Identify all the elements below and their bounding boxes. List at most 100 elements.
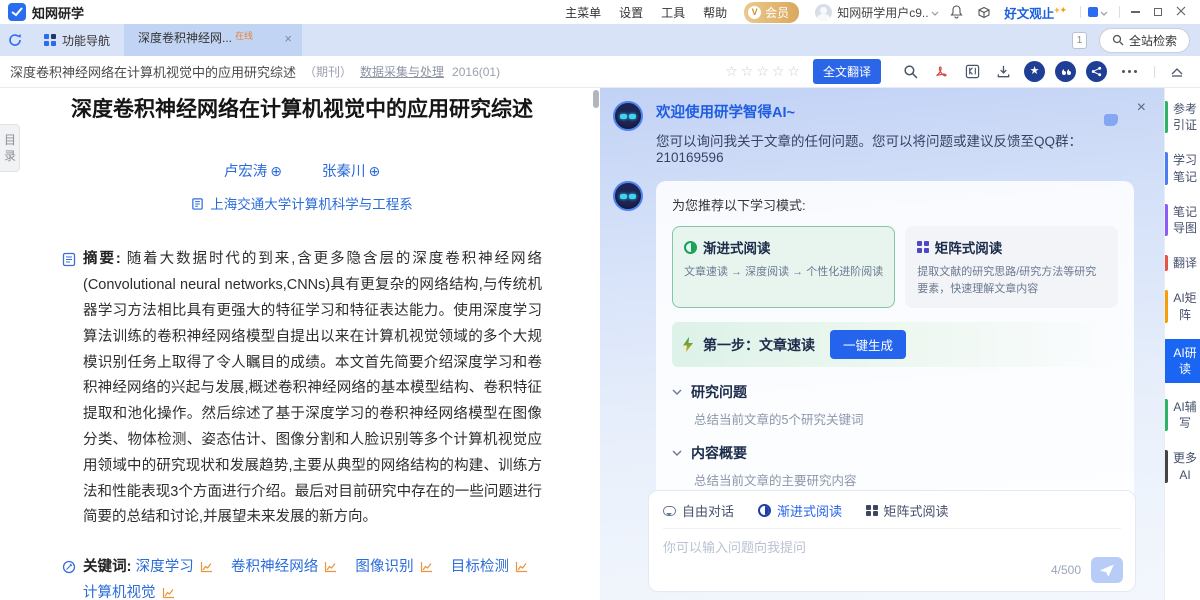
menu-help[interactable]: 帮助 <box>703 4 727 21</box>
keywords-label: 关键词: <box>83 559 132 575</box>
document-type: （期刊） <box>304 63 352 80</box>
keyword-link[interactable]: 深度学习 <box>136 559 194 575</box>
affiliation-link[interactable]: 上海交通大学计算机科学与工程系 <box>210 193 413 213</box>
menu-settings[interactable]: 设置 <box>619 4 643 21</box>
section-title: 研究问题 <box>691 382 747 402</box>
rail-item-ai-write[interactable]: AI辅写 <box>1165 396 1200 434</box>
global-search-label: 全站检索 <box>1129 32 1177 49</box>
section-header[interactable]: 研究问题 <box>672 382 1118 402</box>
keyword-trend-icon[interactable] <box>515 561 528 573</box>
one-click-generate-button[interactable]: 一键生成 <box>830 330 906 359</box>
mode-card-progressive[interactable]: 渐进式阅读 文章速读 → 深度阅读 → 个性化进阶阅读 <box>672 226 895 308</box>
share-icon[interactable] <box>1086 61 1107 82</box>
collapse-toolbar-icon[interactable] <box>1170 67 1184 77</box>
user-menu-chevron-icon[interactable] <box>931 5 939 19</box>
tab-function-nav[interactable]: 功能导航 <box>30 24 124 56</box>
decor-feedback-icon <box>1104 114 1118 126</box>
doc-scrollbar[interactable] <box>593 90 599 108</box>
toc-tab[interactable]: 目录 <box>0 124 20 172</box>
affiliation-row: 上海交通大学计算机科学与工程系 <box>62 193 542 213</box>
rail-item-ai-matrix[interactable]: AI矩阵 <box>1165 287 1200 325</box>
keyword-link[interactable]: 卷积神经网络 <box>231 559 318 575</box>
ai-robot-avatar <box>613 181 643 211</box>
rail-color-bar <box>1165 290 1168 322</box>
input-tab-progressive[interactable]: 渐进式阅读 <box>758 501 842 520</box>
menu-tools[interactable]: 工具 <box>661 4 685 21</box>
keyword-link[interactable]: 图像识别 <box>355 559 413 575</box>
theme-chevron-icon[interactable] <box>1100 5 1108 19</box>
rail-label: 参考引证 <box>1172 101 1198 133</box>
rail-label: AI矩阵 <box>1172 290 1198 322</box>
citation-chart-icon[interactable] <box>965 64 980 79</box>
input-tab-free-chat[interactable]: 自由对话 <box>663 501 734 520</box>
tab-close-icon[interactable]: × <box>284 32 292 45</box>
promo-plus-icon: +✦ <box>1054 4 1067 14</box>
rail-label: 更多AI <box>1172 450 1198 482</box>
window-minimize-icon[interactable] <box>1131 11 1140 13</box>
user-avatar[interactable] <box>815 4 832 21</box>
author-add-icon[interactable]: ⊕ <box>369 163 381 179</box>
right-toolbar: 参考引证 学习笔记 笔记导图 翻译 AI矩阵 AI研读 AI辅写 更多AI <box>1164 88 1200 600</box>
rail-item-references[interactable]: 参考引证 <box>1165 98 1200 136</box>
mode-desc: 提取文献的研究思路/研究方法等研究要素，快速理解文章内容 <box>917 264 1106 297</box>
user-name[interactable]: 知网研学用户c9... <box>837 4 929 21</box>
mode-desc: 文章速读 → 深度阅读 → 个性化进阶阅读 <box>684 264 883 281</box>
keywords-icon <box>62 560 76 574</box>
function-nav-label: 功能导航 <box>62 32 110 49</box>
inbox-box-icon[interactable] <box>977 6 991 19</box>
promo-link[interactable]: 好文观止+✦ <box>1004 3 1067 22</box>
ai-robot-avatar <box>613 101 643 131</box>
chevron-down-icon <box>672 450 682 456</box>
keyword-trend-icon[interactable] <box>324 561 337 573</box>
pdf-icon[interactable] <box>934 64 949 79</box>
abstract-label: 摘要: <box>83 251 121 267</box>
page-indicator[interactable]: 1 <box>1072 32 1087 49</box>
rail-color-bar <box>1165 204 1168 236</box>
full-text-translate-button[interactable]: 全文翻译 <box>813 59 881 84</box>
rail-item-ai-read[interactable]: AI研读 <box>1165 339 1200 383</box>
window-maximize-icon[interactable] <box>1154 8 1162 16</box>
rail-item-more-ai[interactable]: 更多AI <box>1165 447 1200 485</box>
section-header[interactable]: 内容概要 <box>672 443 1118 463</box>
menu-main[interactable]: 主菜单 <box>565 4 601 21</box>
notifications-bell-icon[interactable] <box>950 5 963 19</box>
mode-card-matrix[interactable]: 矩阵式阅读 提取文献的研究思路/研究方法等研究要素，快速理解文章内容 <box>905 226 1118 308</box>
send-button[interactable] <box>1091 557 1123 583</box>
matrix-mode-icon <box>866 505 878 517</box>
global-search-button[interactable]: 全站检索 <box>1099 28 1190 53</box>
author-link[interactable]: 卢宏涛 <box>224 164 268 180</box>
more-actions-icon[interactable] <box>1122 70 1137 73</box>
journal-link[interactable]: 数据采集与处理 <box>360 63 444 80</box>
author-link[interactable]: 张秦川 <box>322 164 366 180</box>
keyword-trend-icon[interactable] <box>420 561 433 573</box>
section-desc: 总结当前文章的5个研究关键词 <box>694 409 1118 428</box>
rail-item-translate[interactable]: 翻译 <box>1165 252 1200 274</box>
input-tab-matrix[interactable]: 矩阵式阅读 <box>866 501 949 520</box>
keyword-trend-icon[interactable] <box>162 587 175 599</box>
tab-document[interactable]: 深度卷积神经网... 在线 × <box>124 24 302 56</box>
refresh-icon[interactable] <box>0 33 30 47</box>
keyword-link[interactable]: 目标检测 <box>451 559 509 575</box>
rating-stars[interactable]: ☆☆☆☆☆ <box>725 63 803 80</box>
rail-item-note-map[interactable]: 笔记导图 <box>1165 201 1200 239</box>
keyword-trend-icon[interactable] <box>200 561 213 573</box>
quote-cite-icon[interactable] <box>1055 61 1076 82</box>
document-toolbar: 深度卷积神经网络在计算机视觉中的应用研究综述 （期刊） 数据采集与处理 2016… <box>0 56 1200 88</box>
rail-item-study-notes[interactable]: 学习笔记 <box>1165 149 1200 187</box>
matrix-mode-icon <box>917 241 929 253</box>
author-add-icon[interactable]: ⊕ <box>270 163 282 179</box>
theme-swatch[interactable] <box>1088 7 1098 17</box>
download-icon[interactable] <box>996 64 1011 79</box>
step-label: 第一步：文章速读 <box>703 335 815 355</box>
ai-panel-close-icon[interactable]: × <box>1137 100 1146 116</box>
window-close-icon[interactable] <box>1176 5 1186 19</box>
search-in-doc-icon[interactable] <box>903 64 918 79</box>
app-title: 知网研学 <box>32 3 84 22</box>
vip-medal-icon: V <box>748 6 761 19</box>
keyword-link[interactable]: 计算机视觉 <box>83 585 156 600</box>
search-icon <box>1112 34 1124 46</box>
section-desc: 总结当前文章的主要研究内容 <box>694 470 1118 489</box>
vip-badge[interactable]: V 会员 <box>744 2 799 23</box>
section-title: 内容概要 <box>691 443 747 463</box>
favorite-star-icon[interactable]: ★ <box>1024 61 1045 82</box>
